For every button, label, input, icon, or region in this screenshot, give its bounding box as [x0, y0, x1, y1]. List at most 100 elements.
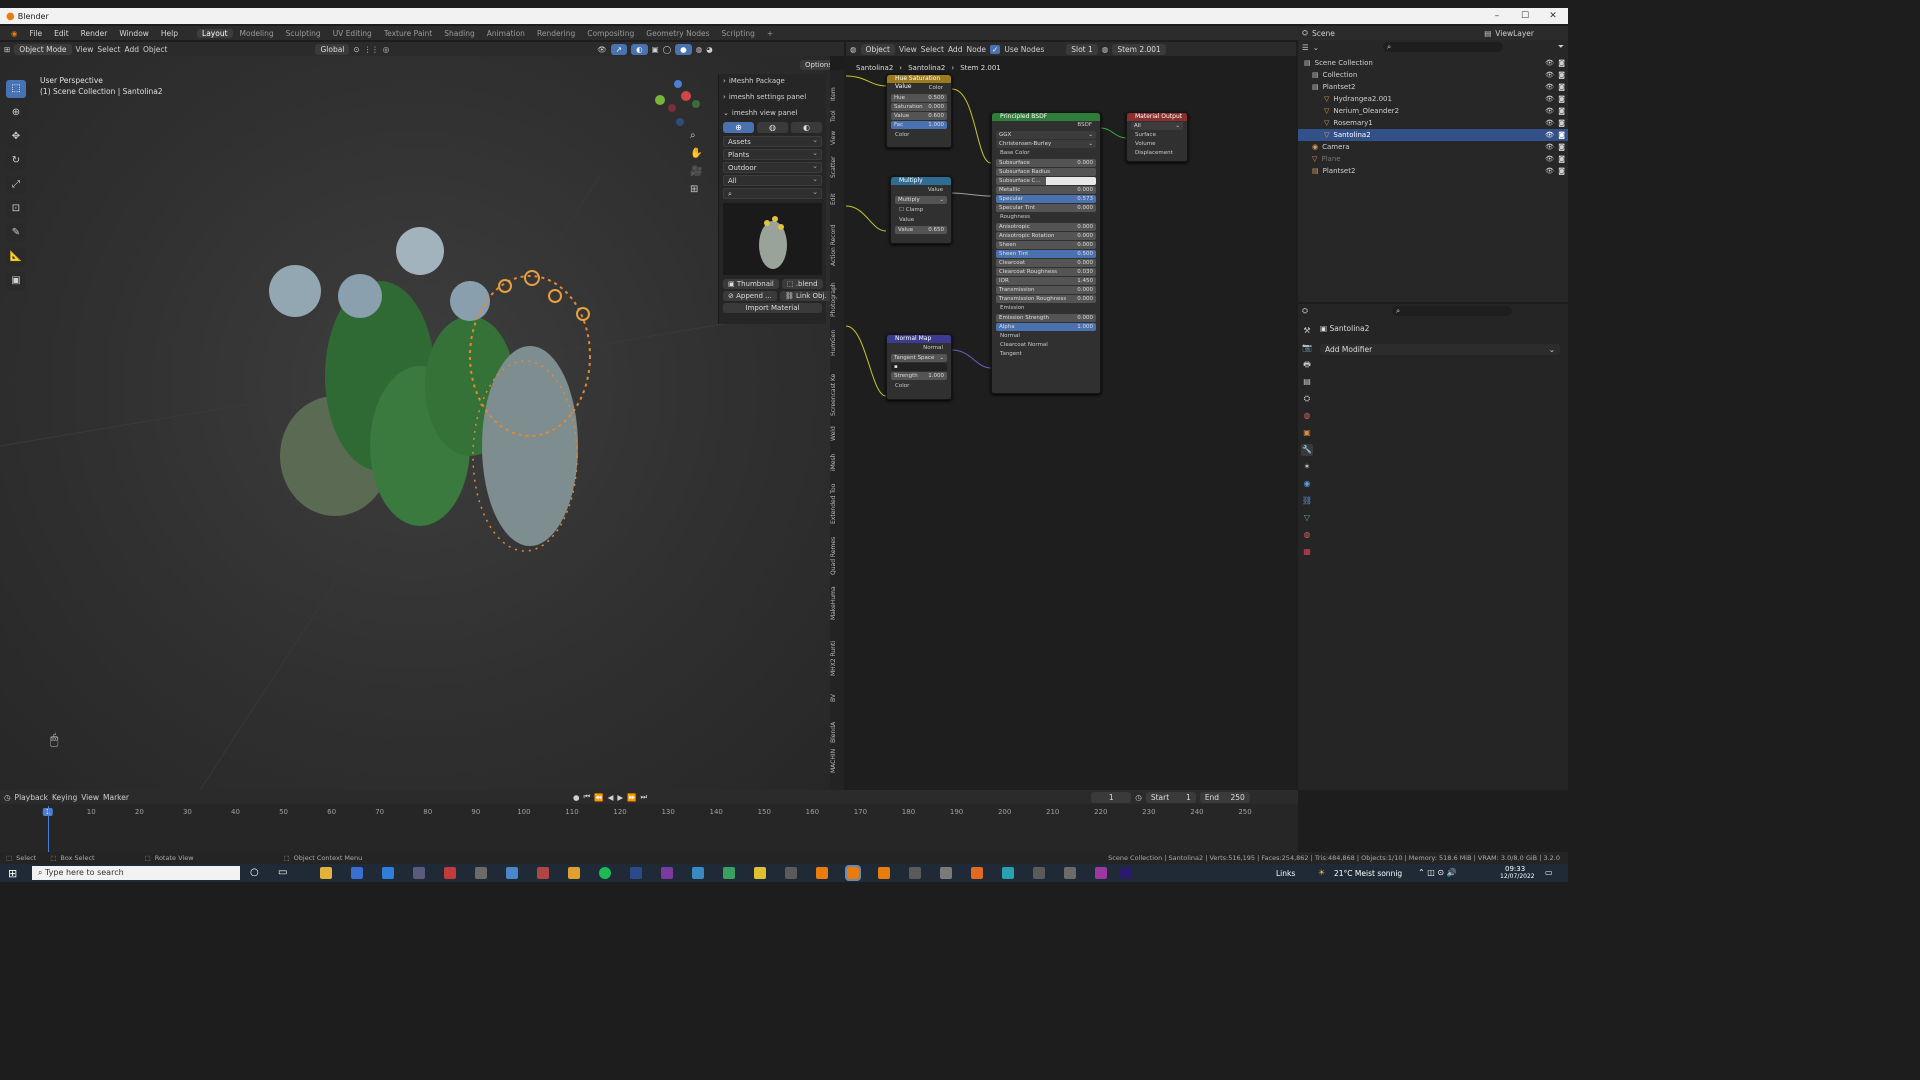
sidebar-tab-tool[interactable]: Tool — [830, 108, 844, 124]
sidebar-tab-action-record[interactable]: Action Record — [830, 220, 844, 270]
shader-type-dropdown[interactable]: Object — [860, 43, 895, 55]
app-icon-11[interactable] — [754, 867, 766, 879]
shading-material-icon[interactable]: ◍ — [696, 45, 703, 54]
output-target-dropdown[interactable]: All ⌄ — [1131, 122, 1183, 130]
outliner-row-rosemary1-5[interactable]: ▽ Rosemary1 👁 ◙ — [1298, 117, 1568, 129]
app-icon-16[interactable] — [1064, 867, 1076, 879]
cursor-tool-icon[interactable]: ⊕ — [6, 104, 26, 122]
app-icon-15[interactable] — [1033, 867, 1045, 879]
view-layer-tab-icon[interactable]: ▤ — [1301, 376, 1313, 388]
blender-menu-icon[interactable]: ◉ — [6, 29, 23, 38]
app-icon-7[interactable] — [537, 867, 549, 879]
visibility-eye-icon[interactable]: 👁 — [1545, 83, 1554, 91]
outliner-row-nerium-oleander2-4[interactable]: ▽ Nerium_Oleander2 👁 ◙ — [1298, 105, 1568, 117]
menu-help[interactable]: Help — [156, 29, 183, 38]
render-camera-icon[interactable]: ◙ — [1558, 107, 1565, 115]
properties-type-icon[interactable]: ⛭ — [1302, 306, 1308, 316]
node-editor-type-icon[interactable]: ◍ — [850, 45, 857, 54]
render-camera-icon[interactable]: ◙ — [1558, 71, 1565, 79]
sidebar-tab-mhx2-runti[interactable]: MHX2 Runti — [830, 636, 844, 680]
start-frame-field[interactable]: Start 1 — [1145, 791, 1196, 803]
multiply-node[interactable]: Multiply Value Multiply ⌄ ☐ Clamp Value V… — [890, 176, 952, 244]
sidebar-tab-extended-too[interactable]: Extended Too — [830, 482, 844, 526]
blender-taskbar-icon-2[interactable] — [845, 865, 861, 881]
cortana-icon[interactable]: ○ — [250, 867, 259, 878]
render-camera-icon[interactable]: ◙ — [1558, 83, 1565, 91]
sidebar-tab-edit[interactable]: Edit — [830, 188, 844, 210]
hsv-hue-field[interactable]: Hue 0.500 — [891, 94, 947, 102]
taskbar-weather[interactable]: 21°C Meist sonnig — [1334, 869, 1402, 878]
hsv-value-field[interactable]: Value 0.600 — [891, 112, 947, 120]
filter-dropdown[interactable]: All — [723, 174, 822, 186]
material-output-node[interactable]: Material Output All ⌄ Surface Volume Disp… — [1126, 112, 1188, 162]
asset-thumbnail[interactable] — [723, 203, 822, 275]
outliner-row-plane-8[interactable]: ▽ Plane 👁 ◙ — [1298, 153, 1568, 165]
blender-taskbar-icon-3[interactable] — [878, 867, 890, 879]
hsv-saturation-field[interactable]: Saturation 0.000 — [891, 103, 947, 111]
material-browse-icon[interactable]: ◍ — [1102, 45, 1109, 54]
app-icon-4[interactable] — [444, 867, 456, 879]
outliner-row-scene-collection-0[interactable]: ▤ Scene Collection 👁 ◙ — [1298, 57, 1568, 69]
scene-icon[interactable]: ⛭ — [1302, 28, 1308, 38]
proportional-edit-icon[interactable]: ◎ — [383, 45, 390, 54]
texture-tab-icon[interactable]: ▦ — [1301, 546, 1313, 558]
scene-name-field[interactable]: Scene — [1312, 29, 1335, 38]
render-camera-icon[interactable]: ◙ — [1558, 95, 1565, 103]
end-frame-field[interactable]: End 250 — [1199, 791, 1250, 803]
next-key-icon[interactable]: ⏩ — [627, 793, 636, 802]
app-icon-6[interactable] — [506, 867, 518, 879]
notification-icon[interactable]: ▭ — [1545, 868, 1553, 877]
playhead[interactable] — [48, 806, 49, 852]
pan-hand-icon[interactable]: ✋ — [690, 148, 702, 159]
workspace-tab-animation[interactable]: Animation — [482, 29, 530, 38]
panel-header-imeshh-package[interactable]: › iMeshh Package — [719, 74, 826, 87]
render-camera-icon[interactable]: ◙ — [1558, 143, 1565, 151]
panel-header-imeshh-settings[interactable]: › imeshh settings panel — [719, 90, 826, 103]
current-frame-field[interactable]: 1 — [1091, 791, 1132, 803]
bsdf-emission-strength[interactable]: Emission Strength 0.000 — [996, 314, 1096, 322]
workspace-tab-rendering[interactable]: Rendering — [532, 29, 580, 38]
timeline-ruler[interactable]: 1102030405060708090100110120130140150160… — [0, 806, 1298, 818]
shading-solid-icon[interactable]: ● — [675, 43, 692, 55]
hue-saturation-value-node[interactable]: Hue Saturation Value Color Hue 0.500 Satu… — [886, 74, 952, 148]
menu-edit[interactable]: Edit — [49, 29, 74, 38]
subsurface-method-dropdown[interactable]: Christensen-Burley ⌄ — [996, 140, 1096, 148]
bsdf-metallic[interactable]: Metallic 0.000 — [996, 186, 1096, 194]
visibility-eye-icon[interactable]: 👁 — [1545, 95, 1554, 103]
outliner-row-collection-1[interactable]: ▤ Collection 👁 ◙ — [1298, 69, 1568, 81]
tool-tab-icon[interactable]: ⚒ — [1301, 325, 1313, 337]
workspace-tab-modeling[interactable]: Modeling — [235, 29, 279, 38]
node-menu-node[interactable]: Node — [966, 45, 986, 54]
navigation-gizmo[interactable] — [655, 80, 700, 126]
timeline-menu-keying[interactable]: Keying — [52, 793, 77, 802]
visibility-eye-icon[interactable]: 👁 — [1545, 143, 1554, 151]
workspace-tab-texture-paint[interactable]: Texture Paint — [379, 29, 437, 38]
assets-dropdown[interactable]: Assets — [723, 135, 822, 147]
workspace-tab-layout[interactable]: Layout — [197, 28, 233, 38]
shader-node-editor[interactable]: Santolina2 › Santolina2 › Stem 2.001 Hue S… — [846, 56, 1296, 790]
render-camera-icon[interactable]: ◙ — [1558, 167, 1565, 175]
jump-start-icon[interactable]: ⏮ — [584, 792, 591, 802]
open-blend-button[interactable]: ⬚ .blend — [781, 279, 823, 289]
bsdf-subsurface[interactable]: Subsurface 0.000 — [996, 159, 1096, 167]
pivot-icon[interactable]: ⊙ — [353, 45, 359, 54]
spotify-icon[interactable] — [599, 867, 611, 879]
timeline-menu-view[interactable]: View — [81, 793, 99, 802]
bsdf-anisotropic-rotation[interactable]: Anisotropic Rotation 0.000 — [996, 232, 1096, 240]
asset-search-input[interactable]: ⌕ — [723, 187, 822, 199]
sidebar-tab-scatter[interactable]: Scatter — [830, 152, 844, 182]
app-icon-13[interactable] — [909, 867, 921, 879]
render-camera-icon[interactable]: ◙ — [1558, 59, 1565, 67]
physics-tab-icon[interactable]: ◉ — [1301, 478, 1313, 490]
gizmo-toggle-icon[interactable]: ↗ — [610, 43, 628, 55]
workspace-tab-sculpting[interactable]: Sculpting — [281, 29, 326, 38]
workspace-tab-shading[interactable]: Shading — [439, 29, 479, 38]
bsdf-subsurface-radius[interactable]: Subsurface Radius — [996, 168, 1096, 176]
bsdf-anisotropic[interactable]: Anisotropic 0.000 — [996, 223, 1096, 231]
move-tool-icon[interactable]: ✥ — [6, 128, 26, 146]
app-icon-3[interactable] — [413, 867, 425, 879]
workspace-tab-scripting[interactable]: Scripting — [717, 29, 760, 38]
vlc-icon[interactable] — [971, 867, 983, 879]
output-tab-icon[interactable]: 🖶 — [1301, 359, 1313, 371]
record-icon[interactable]: ● — [573, 793, 580, 802]
